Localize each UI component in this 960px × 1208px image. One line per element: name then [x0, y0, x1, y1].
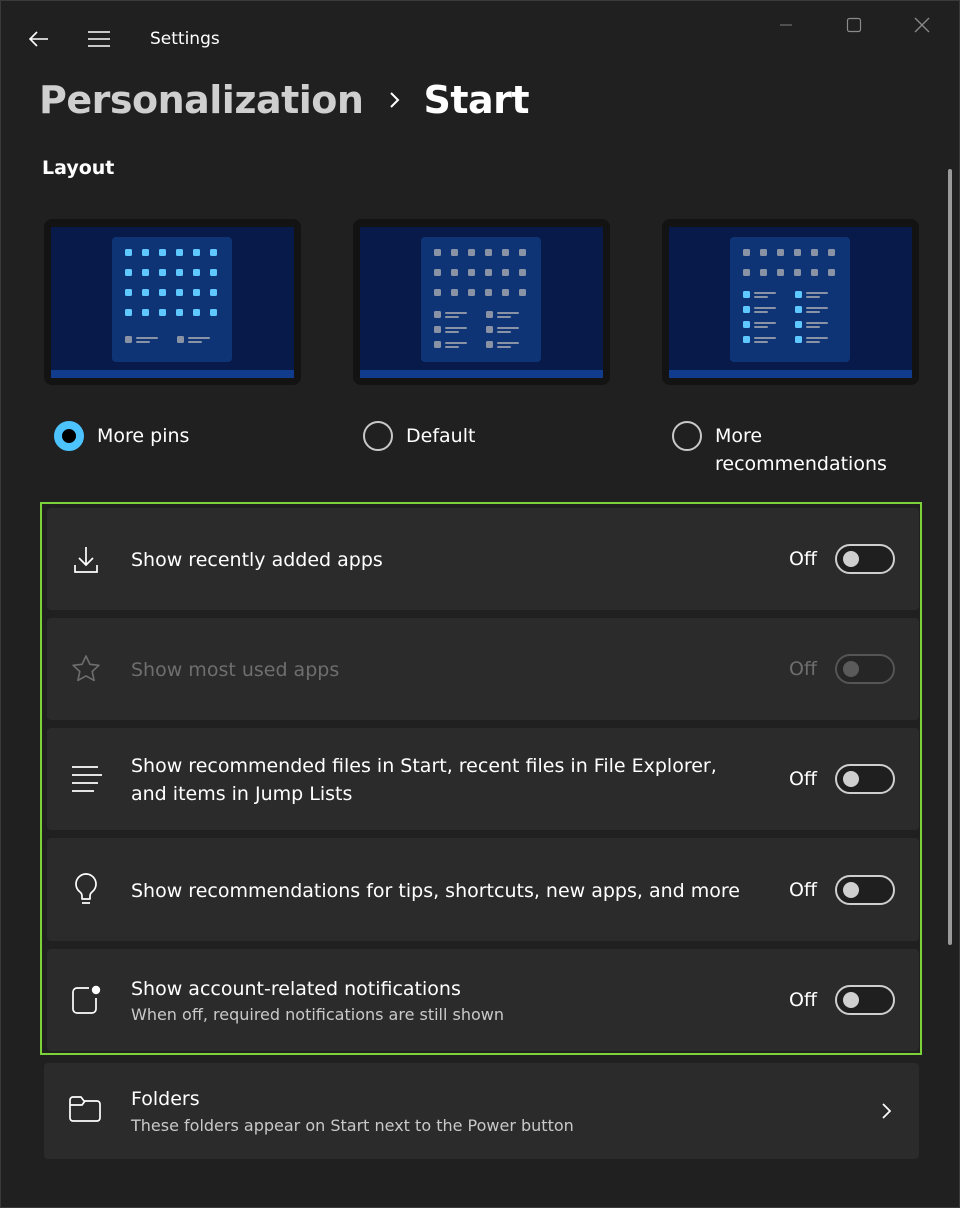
preview-screen: [360, 227, 603, 378]
radio-label: More pins: [97, 425, 190, 447]
preview-taskbar: [360, 370, 603, 378]
layout-preview-more-pins[interactable]: [44, 219, 301, 385]
layout-preview-more-recommendations[interactable]: [662, 219, 919, 385]
layout-section-title: Layout: [42, 157, 115, 179]
radio-button-checked[interactable]: [54, 421, 84, 451]
layout-preview-default[interactable]: [353, 219, 610, 385]
hamburger-icon: [88, 31, 110, 47]
preview-screen: [669, 227, 912, 378]
title-bar: Settings: [1, 1, 959, 77]
breadcrumb-personalization[interactable]: Personalization: [39, 78, 364, 122]
preview-screen: [51, 227, 294, 378]
preview-taskbar: [51, 370, 294, 378]
radio-label: More recommendations: [715, 425, 887, 475]
minimize-icon: [780, 24, 792, 26]
radio-default[interactable]: Default: [363, 421, 475, 451]
preview-start-menu: [730, 237, 850, 362]
back-arrow-icon: [29, 31, 48, 47]
folders-link-card[interactable]: Folders These folders appear on Start ne…: [44, 1063, 919, 1159]
maximize-button[interactable]: [831, 9, 877, 41]
folders-label: Folders: [131, 1088, 200, 1110]
preview-taskbar: [669, 370, 912, 378]
app-title: Settings: [150, 29, 220, 49]
radio-label: Default: [406, 425, 476, 447]
back-button[interactable]: [19, 23, 59, 55]
vertical-scrollbar[interactable]: [948, 169, 952, 945]
navigation-menu-button[interactable]: [79, 23, 119, 55]
close-button[interactable]: [899, 9, 945, 41]
chevron-right-icon: [389, 90, 401, 110]
folder-icon: [68, 1094, 102, 1128]
settings-window: Settings Personalization Start Layout Mo…: [0, 0, 960, 1208]
highlight-frame: [40, 502, 922, 1055]
radio-more-pins[interactable]: More pins: [54, 421, 189, 451]
radio-button[interactable]: [672, 421, 702, 451]
page-title: Start: [423, 78, 530, 122]
radio-more-recommendations[interactable]: More recommendations: [672, 421, 902, 478]
folders-description: These folders appear on Start next to th…: [131, 1116, 574, 1135]
close-icon: [914, 17, 930, 33]
minimize-button[interactable]: [763, 9, 809, 41]
chevron-right-icon: [881, 1101, 893, 1125]
radio-button[interactable]: [363, 421, 393, 451]
breadcrumb: Personalization Start: [39, 73, 530, 127]
maximize-icon: [846, 17, 862, 33]
preview-start-menu: [421, 237, 541, 362]
preview-start-menu: [112, 237, 232, 362]
